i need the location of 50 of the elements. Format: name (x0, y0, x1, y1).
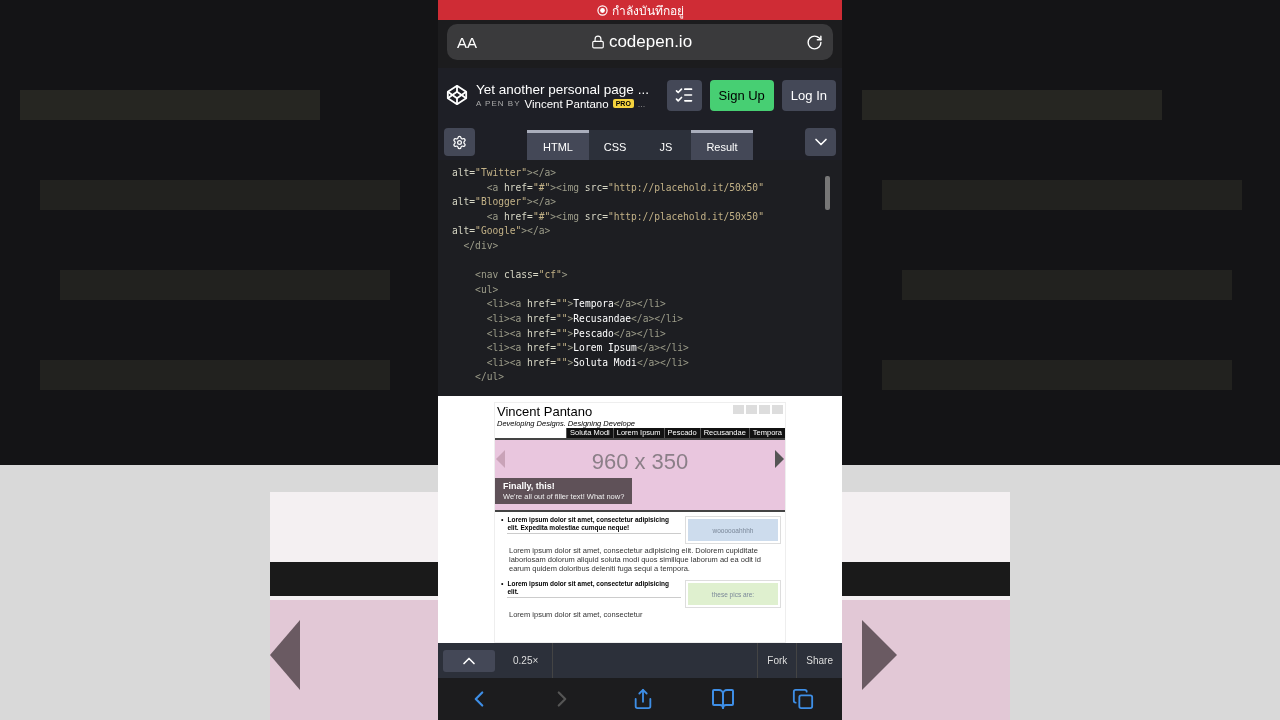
code-line: <li><a href="">Recusandae</a></li> (485, 312, 684, 324)
code-line: <ul> (474, 283, 499, 295)
editor-tab[interactable]: HTML (527, 130, 589, 160)
editor-tab[interactable]: JS (641, 130, 691, 160)
record-icon (596, 4, 608, 16)
settings-button[interactable] (444, 128, 475, 156)
code-line: alt="Blogger"></a> (452, 196, 556, 208)
cube-logo-icon (446, 84, 468, 106)
code-editor[interactable] (438, 160, 842, 396)
domain-text: codepen.io (608, 32, 693, 52)
author-link[interactable]: Vincent Pantano (524, 97, 609, 110)
code-line: <li><a href="">Tempora</a></li> (485, 298, 666, 310)
hero-size-label: 960 x 350 (591, 450, 689, 474)
site-title: Vincent Pantano (497, 405, 594, 419)
byline-label: A PEN BY (476, 99, 521, 108)
settings-icon (452, 134, 467, 150)
bookmarks-icon[interactable] (710, 687, 735, 711)
scrollbar[interactable] (825, 176, 830, 210)
log-in-button[interactable]: Log In (781, 79, 836, 111)
code-line: alt="Twitter"></a> (452, 167, 556, 178)
code-line: </ul> (474, 371, 504, 383)
social-placeholder (772, 405, 783, 414)
social-placeholder (759, 405, 770, 414)
pen-title: Yet another personal page ... (476, 80, 650, 98)
sign-up-button[interactable]: Sign Up (709, 79, 774, 111)
text-size-button[interactable]: AA (457, 33, 477, 51)
more-text: ... (637, 98, 646, 109)
editor-tab[interactable]: Result (691, 130, 753, 160)
code-line: <li><a href="">Pescado</a></li> (485, 327, 666, 339)
code-line: <li><a href="">Lorem Ipsum</a></li> (485, 342, 689, 354)
code-line: <li><a href="">Soluta Modi</a></li> (485, 356, 689, 368)
reload-icon[interactable] (806, 33, 823, 51)
share-icon[interactable] (632, 688, 654, 710)
list-menu-button[interactable] (666, 79, 702, 111)
code-line: <nav class="cf"> (474, 269, 568, 281)
address-bar[interactable]: AA codepen.io (447, 24, 833, 60)
tabs-icon[interactable] (791, 688, 814, 710)
editor-tab[interactable]: CSS (589, 130, 641, 160)
social-placeholder (733, 405, 744, 414)
code-line: </div> (462, 239, 499, 251)
next-arrow-icon[interactable] (775, 450, 784, 468)
list-check-icon (674, 85, 695, 105)
social-placeholder (746, 405, 757, 414)
code-line: <a href="#"><img src="http://placehold.it/50x50" (485, 210, 764, 222)
code-line: alt="Google"></a> (452, 225, 551, 237)
lock-icon (590, 35, 605, 49)
code-line: <a href="#"><img src="http://placehold.it/50x50" (485, 181, 764, 193)
dropdown-button[interactable] (805, 128, 836, 156)
caption-title: Finally, this! (503, 481, 556, 491)
recording-text: กำลังบันทึกอยู่ (611, 2, 684, 20)
